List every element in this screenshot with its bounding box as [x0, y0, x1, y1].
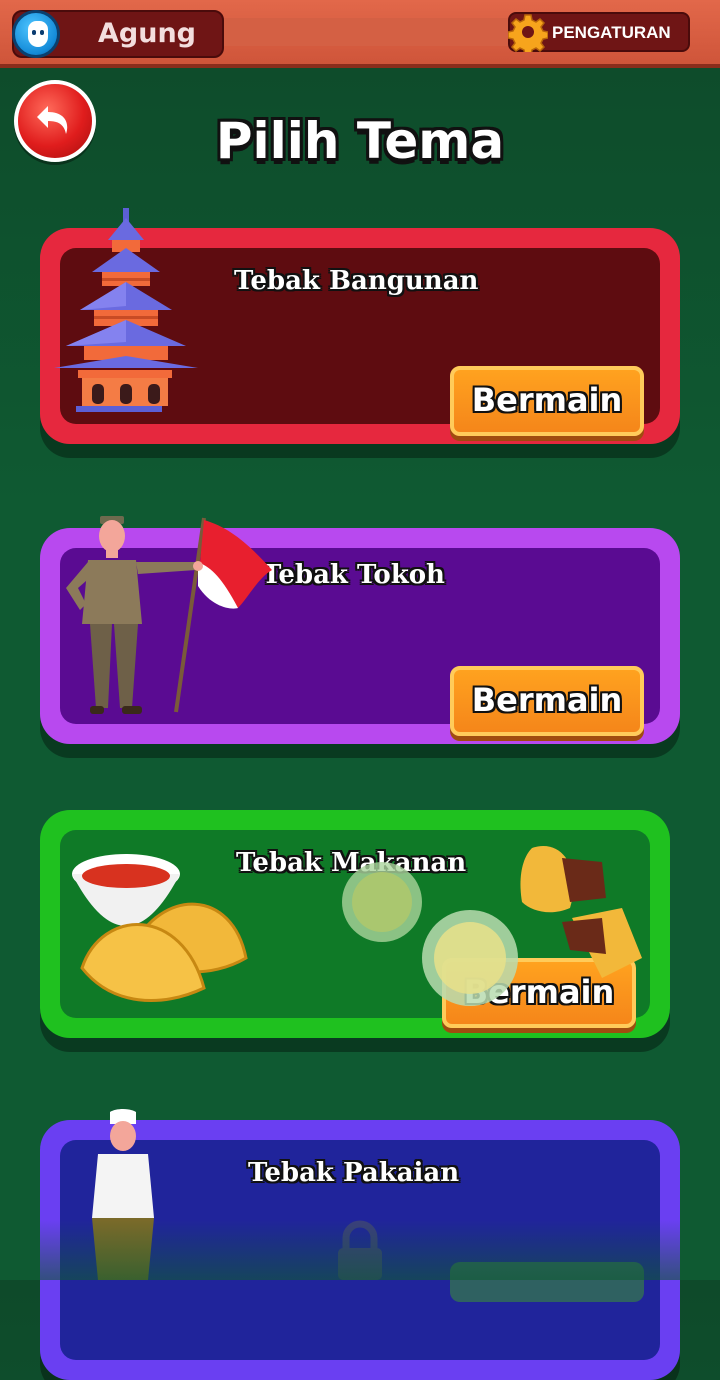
traditional-clothing-icon [92, 1109, 154, 1280]
locked-play-button [450, 1262, 644, 1302]
play-button-tokoh[interactable]: Bermain [450, 666, 644, 736]
hero-with-flag-icon [66, 516, 272, 714]
settings-button[interactable]: PENGATURAN [508, 12, 690, 52]
player-profile[interactable]: Agung [12, 10, 224, 58]
settings-label: PENGATURAN [552, 23, 671, 42]
theme-title: Tebak Pakaian [248, 1158, 460, 1188]
gear-icon [508, 14, 548, 52]
play-button-bangunan[interactable]: Bermain [450, 366, 644, 436]
top-bar: Agung PENGATURAN [0, 0, 720, 68]
page-title: Pilih Tema [215, 112, 505, 170]
player-name: Agung [98, 18, 196, 49]
pagoda-icon [54, 208, 198, 412]
player-avatar-icon [12, 10, 60, 58]
theme-title: Tebak Tokoh [262, 560, 445, 590]
theme-title: Tebak Bangunan [234, 266, 479, 296]
lock-icon [338, 1220, 382, 1280]
food-icon [72, 846, 642, 1006]
